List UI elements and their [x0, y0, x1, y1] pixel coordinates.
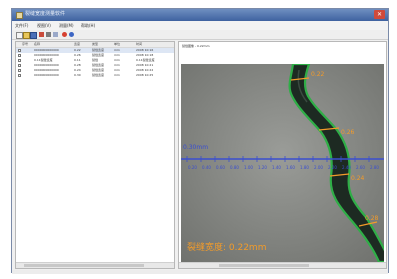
settings-icon[interactable]: [62, 32, 67, 37]
scale-tick-label: 0.40: [202, 165, 211, 170]
col-time[interactable]: 时间: [136, 42, 142, 47]
record-list-panel: 序号 名称 宽度 类型 单位 时间 0000000000000 0.22 裂缝宽度 m…: [15, 41, 175, 269]
measure-readout: 裂缝宽度: 0.22mm: [187, 241, 266, 253]
row-checkbox[interactable]: [18, 54, 21, 57]
crack-label-1: 0.22: [311, 71, 325, 78]
scale-tick-label: 1.40: [272, 165, 281, 170]
scale-tick-label: 1.60: [286, 165, 295, 170]
menu-help[interactable]: 帮助(H): [81, 22, 95, 29]
table-cell: 裂缝宽度: [92, 73, 105, 77]
crack-label-3: 0.24: [351, 175, 365, 182]
crack-label-4: 0.28: [365, 215, 379, 222]
concrete-surface: [181, 64, 384, 262]
table-cell: 0.30: [74, 73, 81, 77]
crack-image: 0.22 0.26 0.24 0.28 0.30mm 0.20 0.40 0.60 0…: [181, 64, 384, 262]
menu-view[interactable]: 视图(V): [37, 22, 51, 29]
menu-file[interactable]: 文件(F): [15, 22, 28, 29]
scale-tick-label: 2.00: [314, 165, 323, 170]
row-checkbox[interactable]: [18, 64, 21, 67]
image-scrollbar-thumb[interactable]: [219, 264, 309, 267]
app-icon: [16, 12, 23, 19]
scale-tick-label: 0.60: [216, 165, 225, 170]
scale-label: 0.30mm: [183, 144, 208, 151]
col-width[interactable]: 宽度: [74, 42, 80, 47]
table-cell: 0000000000000: [34, 73, 59, 77]
close-button[interactable]: ✕: [374, 10, 385, 19]
scrollbar-thumb[interactable]: [24, 264, 144, 267]
window-title: 裂缝宽度测量软件: [25, 11, 66, 17]
save-icon[interactable]: [30, 32, 37, 39]
delete-icon[interactable]: [39, 32, 44, 37]
cut-icon[interactable]: [46, 32, 51, 37]
row-checkbox[interactable]: [18, 59, 21, 62]
horizontal-scrollbar[interactable]: [16, 262, 174, 268]
col-name[interactable]: 名称: [34, 42, 40, 47]
menu-measure[interactable]: 测量(M): [59, 22, 74, 29]
crack-label-2: 0.26: [341, 129, 355, 136]
help-icon[interactable]: [69, 32, 74, 37]
scale-tick-label: 2.40: [342, 165, 351, 170]
open-icon[interactable]: [23, 32, 30, 39]
col-index[interactable]: 序号: [22, 42, 28, 47]
image-panel: 裂缝图像 - 0.22mm 0.22 0.26 0.24 0.28 0.30mm…: [178, 41, 387, 269]
image-title: 裂缝图像 - 0.22mm: [182, 44, 210, 48]
scale-tick-label: 0.20: [188, 165, 197, 170]
crack-image-view[interactable]: 0.22 0.26 0.24 0.28 0.30mm 0.20 0.40 0.60 0…: [181, 64, 384, 262]
row-checkbox[interactable]: [18, 49, 21, 52]
col-unit[interactable]: 单位: [114, 42, 120, 47]
scale-tick-label: 1.00: [244, 165, 253, 170]
col-type[interactable]: 类型: [92, 42, 98, 47]
row-checkbox[interactable]: [18, 74, 21, 77]
app-window: 裂缝宽度测量软件 ✕ 文件(F) 视图(V) 测量(M) 帮助(H) 序号 名称…: [11, 8, 389, 274]
copy-icon[interactable]: [53, 32, 58, 37]
scale-tick-label: 2.80: [370, 165, 379, 170]
status-bar: [12, 270, 388, 274]
scale-tick-label: 2.20: [328, 165, 337, 170]
menu-bar: 文件(F) 视图(V) 测量(M) 帮助(H): [12, 21, 388, 30]
image-scrollbar[interactable]: [179, 262, 386, 268]
table-row[interactable]: 0000000000000 0.30 裂缝宽度 mm 2008 10:25: [16, 73, 174, 78]
row-checkbox[interactable]: [18, 69, 21, 72]
close-icon: ✕: [376, 11, 383, 18]
scale-tick-label: 2.60: [356, 165, 365, 170]
table-cell: mm: [114, 73, 120, 77]
new-file-icon[interactable]: [16, 32, 23, 39]
scale-tick-label: 1.80: [300, 165, 309, 170]
toolbar: [12, 30, 388, 40]
table-cell: 2008 10:25: [136, 73, 154, 77]
scale-tick-label: 1.20: [258, 165, 267, 170]
title-bar[interactable]: 裂缝宽度测量软件 ✕: [12, 9, 388, 21]
scale-tick-label: 0.80: [230, 165, 239, 170]
